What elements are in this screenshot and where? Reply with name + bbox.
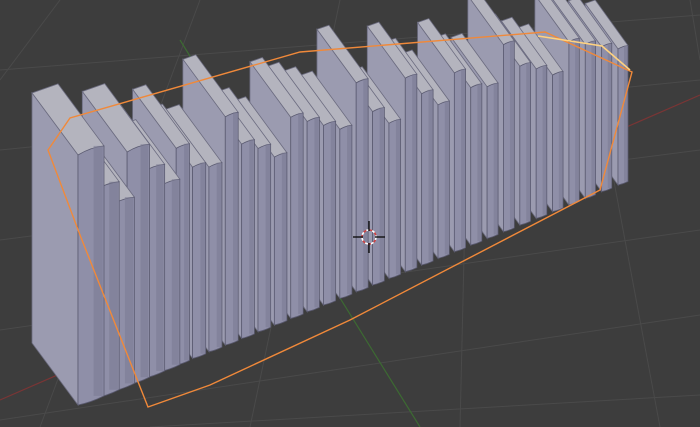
book-spine-shade bbox=[216, 162, 222, 348]
3d-viewport[interactable] bbox=[0, 0, 700, 427]
book-spine-shade bbox=[184, 143, 189, 361]
book-spine-shade bbox=[109, 181, 118, 390]
book-spine-shade bbox=[444, 100, 449, 255]
book-spine-shade bbox=[575, 38, 579, 202]
book-spine-shade bbox=[265, 144, 271, 328]
book-spine-shade bbox=[200, 162, 206, 354]
book-spine-shade bbox=[558, 71, 563, 208]
3d-cursor-icon bbox=[353, 221, 385, 253]
book-spine-shade bbox=[509, 40, 514, 228]
book-spine-shade bbox=[171, 179, 179, 365]
viewport-scene[interactable] bbox=[0, 0, 700, 427]
book-spine-shade bbox=[493, 82, 498, 235]
book-spine-shade bbox=[477, 83, 482, 242]
book-spine-shade bbox=[93, 145, 103, 396]
book-spine-shade bbox=[298, 112, 303, 314]
book-spine-shade bbox=[314, 117, 319, 308]
book-spine-shade bbox=[461, 69, 466, 248]
book-spine-shade bbox=[156, 164, 164, 371]
book-spine-shade bbox=[249, 139, 254, 334]
book-spine-shade bbox=[233, 112, 238, 341]
book-spine-shade bbox=[330, 121, 336, 301]
book-spine-shade bbox=[542, 65, 547, 215]
book-spine-shade bbox=[428, 89, 433, 261]
book-spine-shade bbox=[281, 152, 287, 321]
book-spine-shade bbox=[526, 62, 531, 222]
book-spine-shade bbox=[412, 74, 417, 268]
book-spine-shade bbox=[591, 40, 596, 195]
book-spine-shade bbox=[347, 125, 352, 295]
book-spine-shade bbox=[140, 144, 149, 378]
book-spine-shade bbox=[395, 119, 401, 275]
book-spine-shade bbox=[363, 78, 368, 288]
book-spine-shade bbox=[124, 197, 134, 384]
books-mesh[interactable] bbox=[31, 0, 633, 408]
book-spine-shade bbox=[607, 43, 612, 189]
